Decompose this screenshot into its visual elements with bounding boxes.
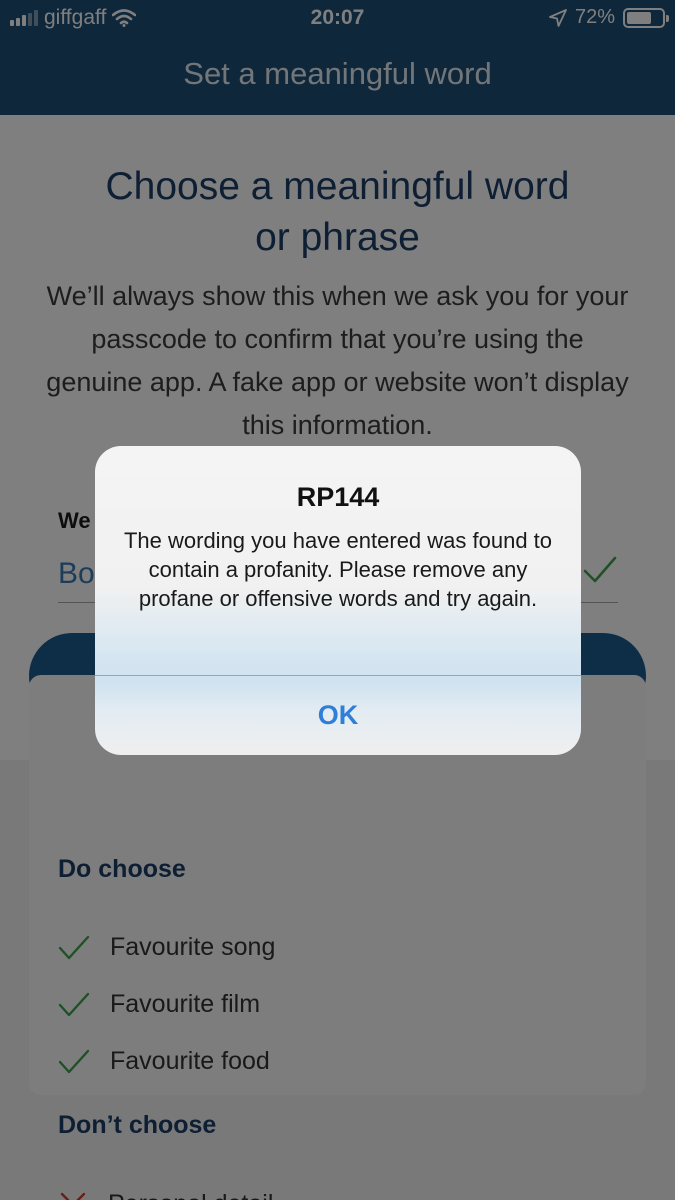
- alert-message: The wording you have entered was found t…: [123, 528, 553, 611]
- alert-dialog: RP144 The wording you have entered was f…: [95, 446, 581, 755]
- ok-button[interactable]: OK: [95, 676, 581, 755]
- alert-title: RP144: [296, 482, 380, 512]
